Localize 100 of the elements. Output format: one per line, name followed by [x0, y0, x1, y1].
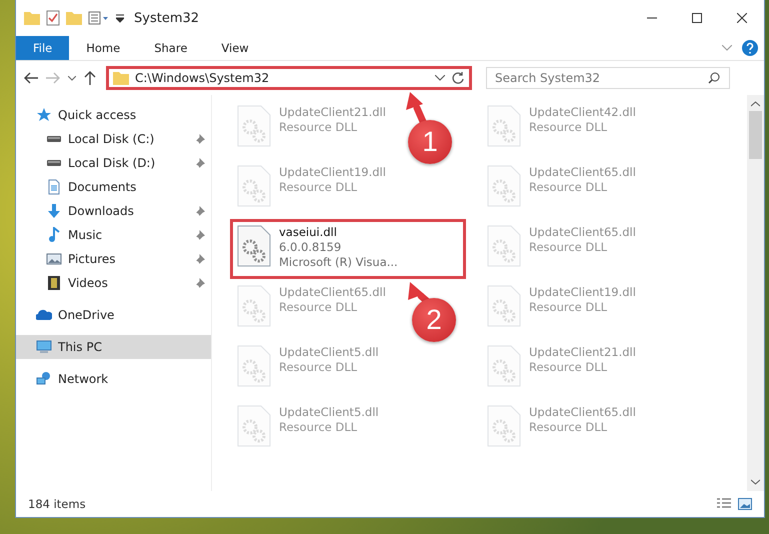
gear-file-icon	[487, 225, 521, 267]
nav-item[interactable]: OneDrive	[16, 303, 211, 327]
nav-item[interactable]: This PC	[16, 335, 211, 359]
file-name: UpdateClient21.dll	[279, 105, 386, 120]
chevron-up-icon[interactable]	[751, 101, 760, 107]
file-detail: Resource DLL	[279, 120, 358, 135]
file-detail: Resource DLL	[529, 180, 608, 195]
ribbon-tab[interactable]: Share	[137, 36, 204, 60]
details-view-icon[interactable]	[716, 498, 732, 510]
folder-icon	[24, 11, 40, 25]
file-name: UpdateClient5.dll	[279, 405, 379, 420]
document-icon	[46, 179, 62, 195]
search-field[interactable]: Search System32	[486, 67, 730, 89]
ribbon-tab[interactable]: View	[204, 36, 266, 60]
gear-file-icon	[487, 105, 521, 147]
file-detail: Resource DLL	[529, 300, 608, 315]
address-bar[interactable]: C:\Windows\System32	[106, 66, 472, 90]
file-detail: Resource DLL	[279, 360, 358, 375]
cloud-icon	[36, 307, 52, 323]
gear-file-icon	[487, 285, 521, 327]
ribbon-tab[interactable]: Home	[69, 36, 138, 60]
pin-icon	[194, 278, 204, 288]
close-icon	[736, 13, 746, 23]
nav-item[interactable]: Pictures	[16, 247, 211, 271]
search-icon	[708, 72, 720, 84]
file-name: UpdateClient65.dll	[529, 405, 636, 420]
file-detail: Resource DLL	[529, 120, 608, 135]
nav-item[interactable]: Quick access	[16, 103, 211, 127]
nav-label: Videos	[68, 276, 109, 290]
network-icon	[36, 371, 52, 387]
pin-icon	[194, 206, 204, 216]
nav-label: OneDrive	[58, 308, 116, 322]
gear-file-icon	[487, 345, 521, 387]
nav-label: Downloads	[68, 204, 135, 218]
gear-file-icon	[237, 165, 271, 207]
file-name: UpdateClient19.dll	[279, 165, 386, 180]
file-detail: Resource DLL	[529, 360, 608, 375]
item-count: 184 items	[28, 497, 86, 511]
file-name: UpdateClient42.dll	[529, 105, 636, 120]
scrollbar-thumb[interactable]	[749, 111, 762, 159]
nav-item[interactable]: Documents	[16, 175, 211, 199]
nav-item[interactable]: Local Disk (D:)	[16, 151, 211, 175]
file-detail: 6.0.0.8159	[279, 240, 342, 255]
nav-label: Local Disk (C:)	[68, 132, 156, 146]
pin-icon	[194, 230, 204, 240]
up-button[interactable]	[82, 69, 98, 87]
minimize-icon	[646, 17, 656, 19]
chevron-down-icon[interactable]	[435, 75, 445, 81]
nav-item[interactable]: Downloads	[16, 199, 211, 223]
file-name: UpdateClient21.dll	[529, 345, 636, 360]
file-name: UpdateClient5.dll	[279, 345, 379, 360]
back-button[interactable]	[22, 70, 40, 86]
file-name: UpdateClient65.dll	[529, 165, 636, 180]
nav-item[interactable]: Videos	[16, 271, 211, 295]
nav-label: Documents	[68, 180, 138, 194]
nav-label: Music	[68, 228, 104, 242]
gear-file-icon	[487, 405, 521, 447]
checklist-icon	[46, 10, 60, 26]
download-arrow-icon	[46, 203, 62, 219]
file-detail: Microsoft (R) Visua...	[279, 255, 398, 270]
recent-locations-button[interactable]	[66, 74, 78, 82]
file-detail: Resource DLL	[279, 180, 358, 195]
pin-icon	[194, 254, 204, 264]
file-detail: Resource DLL	[529, 420, 608, 435]
drive-icon	[46, 135, 62, 143]
dropdown-caret-icon[interactable]	[116, 13, 124, 23]
refresh-icon[interactable]	[451, 71, 465, 85]
file-detail: Resource DLL	[529, 240, 608, 255]
maximize-icon	[692, 13, 702, 23]
properties-icon[interactable]	[88, 11, 110, 25]
file-name: UpdateClient65.dll	[529, 225, 636, 240]
folder-icon	[113, 71, 129, 85]
thumbnail-view-icon[interactable]	[738, 498, 752, 510]
music-note-icon	[46, 227, 62, 243]
file-item[interactable]: vaseiui.dll 6.0.0.8159 Microsoft (R) Visua...	[230, 219, 466, 279]
nav-label: This PC	[58, 340, 103, 354]
pin-icon	[194, 134, 204, 144]
gear-file-icon	[487, 165, 521, 207]
picture-icon	[46, 251, 62, 267]
scrollbar[interactable]	[747, 95, 764, 491]
film-icon	[46, 275, 62, 291]
drive-icon	[46, 159, 62, 167]
nav-label: Local Disk (D:)	[68, 156, 156, 170]
nav-item[interactable]: Music	[16, 223, 211, 247]
gear-file-icon	[237, 225, 271, 267]
gear-file-icon	[237, 285, 271, 327]
help-icon[interactable]	[742, 40, 758, 56]
nav-label: Network	[58, 372, 110, 386]
file-detail: Resource DLL	[279, 300, 358, 315]
star-icon	[36, 107, 52, 123]
nav-label: Quick access	[58, 108, 138, 122]
nav-item[interactable]: Network	[16, 367, 211, 391]
ribbon-tab[interactable]: File	[16, 36, 70, 60]
chevron-down-icon[interactable]	[751, 479, 760, 485]
gear-file-icon	[237, 105, 271, 147]
pin-icon	[194, 158, 204, 168]
nav-item[interactable]: Local Disk (C:)	[16, 127, 211, 151]
file-name: vaseiui.dll	[279, 225, 338, 240]
file-name: UpdateClient19.dll	[529, 285, 636, 300]
nav-label: Pictures	[68, 252, 117, 266]
